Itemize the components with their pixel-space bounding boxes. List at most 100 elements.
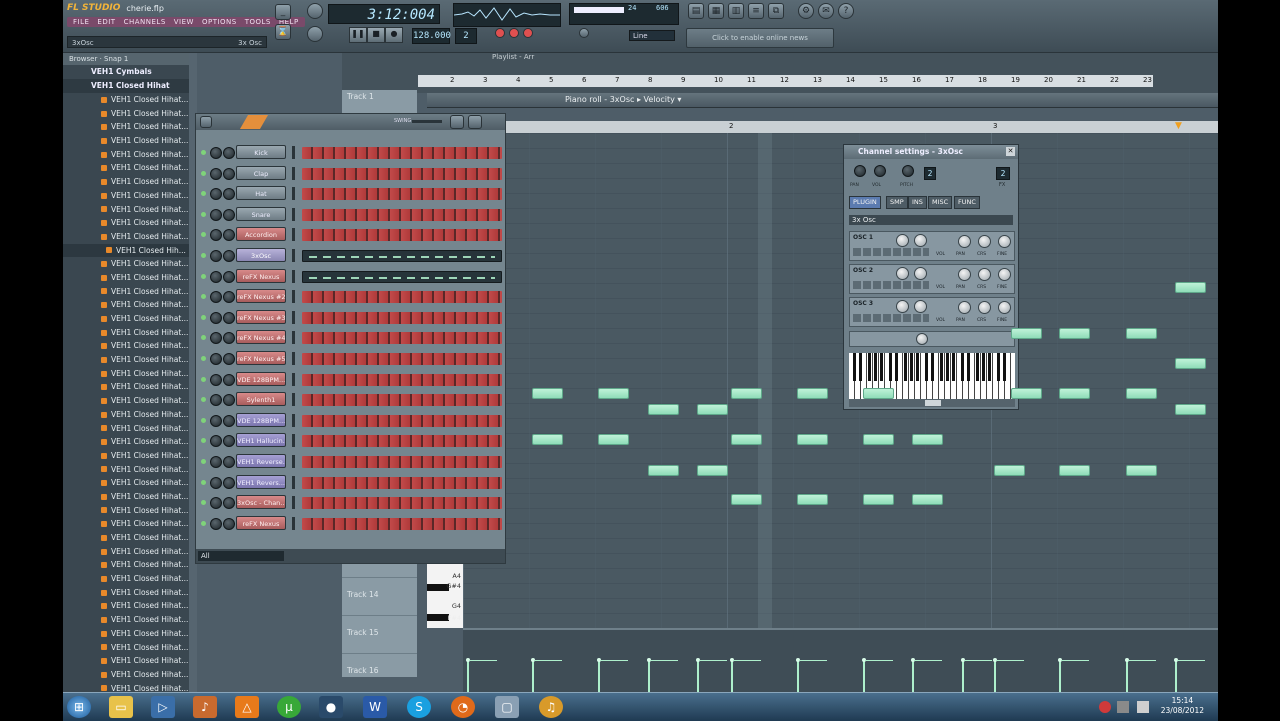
tools-icon[interactable]: ✉	[818, 3, 834, 19]
piano-roll-note[interactable]	[731, 388, 762, 399]
velocity-bar[interactable]	[796, 658, 827, 692]
osc-coarse-knob[interactable]	[978, 268, 991, 281]
channel-volume-knob[interactable]	[223, 497, 235, 510]
velocity-bar[interactable]	[862, 658, 893, 692]
piano-roll-note[interactable]	[863, 494, 894, 505]
browser-item[interactable]: VEH1 Closed Hihat...	[63, 476, 189, 490]
stereo-phase-knob[interactable]	[916, 333, 928, 345]
master-pitch-knob[interactable]	[307, 26, 323, 42]
close-icon[interactable]: ✕	[1006, 147, 1015, 156]
browser-folder-open[interactable]: VEH1 Closed Hihat	[63, 79, 189, 93]
channel-mute-led[interactable]	[201, 376, 206, 382]
recorder-icon[interactable]: ●	[319, 696, 343, 718]
keyboard-scrollbar[interactable]	[849, 399, 1015, 407]
channel-filter-select[interactable]: All	[198, 551, 284, 561]
master-volume-knob[interactable]	[307, 3, 323, 19]
channel-step-buttons[interactable]	[302, 291, 502, 304]
snap-select[interactable]: Line	[629, 30, 675, 41]
channel-step-buttons[interactable]	[302, 311, 502, 324]
piano-roll-note[interactable]	[863, 434, 894, 445]
menu-item[interactable]: FILE	[70, 18, 92, 26]
menu-item[interactable]: OPTIONS	[199, 18, 240, 26]
channel-volume-knob[interactable]	[223, 414, 235, 427]
swing-slider[interactable]	[412, 120, 442, 123]
channel-step-buttons[interactable]	[302, 517, 502, 530]
wait-input-button[interactable]: ⌛	[275, 24, 291, 40]
metronome-led[interactable]	[509, 28, 519, 38]
browser-item[interactable]: VEH1 Closed Hihat...	[63, 271, 189, 285]
track-label[interactable]: Track 15	[347, 628, 379, 637]
black-key[interactable]	[946, 353, 949, 381]
browser-item[interactable]: VEH1 Closed Hihat...	[63, 490, 189, 504]
channel-button[interactable]: Hat	[236, 186, 286, 201]
channel-volume-knob[interactable]	[223, 229, 235, 242]
channel-step-buttons[interactable]	[302, 229, 502, 242]
black-key[interactable]	[895, 353, 898, 381]
browser-item[interactable]: VEH1 Closed Hihat...	[63, 189, 189, 203]
channel-select-indicator[interactable]	[292, 413, 295, 427]
piano-roll-note[interactable]	[1059, 388, 1090, 399]
step-seq-window-button[interactable]: ▦	[708, 3, 724, 19]
piano-roll-note[interactable]	[1126, 465, 1157, 476]
piano-roll-grid[interactable]	[463, 133, 1218, 628]
channel-mute-led[interactable]	[201, 335, 206, 341]
piano-roll-note[interactable]	[1126, 388, 1157, 399]
channel-step-buttons[interactable]	[302, 373, 502, 386]
piano-roll-note[interactable]	[797, 388, 828, 399]
channel-select-indicator[interactable]	[292, 146, 295, 159]
browser-item[interactable]: VEH1 Closed Hihat...	[63, 230, 189, 244]
firefox-icon[interactable]: ◔	[451, 696, 475, 718]
piano-roll-note[interactable]	[1011, 388, 1042, 399]
channel-pan-knob[interactable]	[210, 373, 222, 386]
piano-roll-note[interactable]	[912, 494, 943, 505]
velocity-bar[interactable]	[1058, 658, 1089, 692]
channel-step-buttons[interactable]	[302, 456, 502, 468]
channel-volume-knob[interactable]	[223, 517, 235, 530]
channel-volume-knob[interactable]	[223, 456, 235, 468]
channel-mute-led[interactable]	[201, 438, 206, 444]
browser-folder[interactable]: VEH1 Cymbals	[63, 65, 189, 79]
piano-roll-note[interactable]	[598, 434, 629, 445]
osc-pitch-knob[interactable]	[914, 234, 927, 247]
channel-pan-knob[interactable]	[210, 188, 222, 201]
channel-pan-knob[interactable]	[210, 167, 222, 180]
tab-misc[interactable]: MISC	[928, 196, 953, 209]
waveform-selector[interactable]	[853, 248, 929, 256]
channel-pan-knob[interactable]	[210, 517, 222, 530]
black-key[interactable]	[997, 353, 1000, 381]
channel-volume-knob[interactable]	[223, 188, 235, 201]
browser-item[interactable]: VEH1 Closed Hihat...	[63, 572, 189, 586]
piano-roll-note[interactable]	[1011, 328, 1042, 339]
channel-button[interactable]: Sylenth1	[236, 392, 286, 407]
channel-pan-knob[interactable]	[210, 394, 222, 407]
channel-mute-led[interactable]	[201, 232, 206, 238]
channel-mute-led[interactable]	[201, 314, 206, 320]
mixer-window-button[interactable]: ⧉	[768, 3, 784, 19]
channel-select-indicator[interactable]	[292, 331, 295, 345]
channel-mute-led[interactable]	[201, 520, 206, 526]
browser-item[interactable]: VEH1 Closed Hihat...	[63, 161, 189, 175]
channel-volume-knob[interactable]	[223, 373, 235, 386]
black-key[interactable]	[889, 353, 892, 381]
help-icon[interactable]: ?	[838, 3, 854, 19]
channel-select-indicator[interactable]	[292, 352, 295, 365]
browser-item[interactable]: VEH1 Closed Hihat...	[63, 449, 189, 463]
channel-pan-knob[interactable]	[210, 250, 222, 262]
browser-item[interactable]: VEH1 Closed Hihat...	[63, 613, 189, 627]
channel-select-indicator[interactable]	[292, 516, 295, 530]
pattern-number[interactable]: 2	[455, 28, 477, 44]
channel-button[interactable]: Snare	[236, 206, 286, 221]
channel-mute-led[interactable]	[201, 459, 206, 464]
channel-button[interactable]: VDE 128BPM...	[236, 412, 286, 427]
browser-item[interactable]: VEH1 Closed Hihat...	[63, 422, 189, 436]
playhead-marker-icon[interactable]: ▼	[1175, 121, 1182, 131]
channel-mute-led[interactable]	[201, 479, 206, 485]
browser-item[interactable]: VEH1 Closed Hihat...	[63, 586, 189, 600]
record-button[interactable]: ●	[385, 27, 403, 43]
channel-pianoroll-preview[interactable]	[302, 270, 502, 283]
black-key[interactable]	[940, 353, 943, 381]
osc-pan-knob[interactable]	[958, 268, 971, 281]
browser-window-button[interactable]: ≡	[748, 3, 764, 19]
channel-button[interactable]: 3xOsc - Chan...	[236, 495, 286, 510]
channel-button[interactable]: VEH1 Reverse...	[236, 454, 286, 468]
